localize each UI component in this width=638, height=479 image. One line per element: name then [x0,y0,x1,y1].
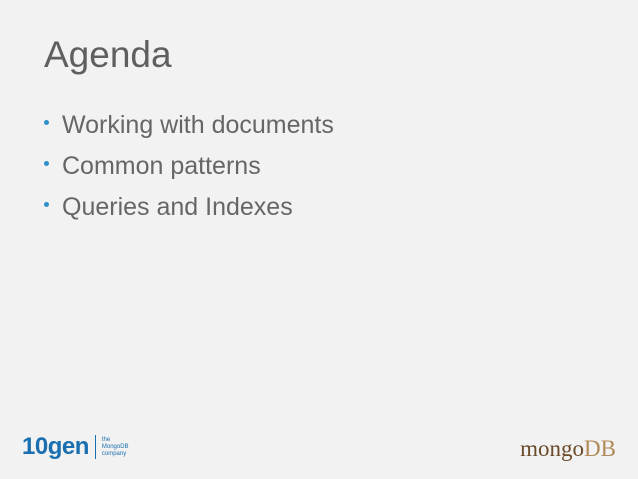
bullet-item: Common patterns [44,146,334,187]
bullet-text: Common patterns [62,152,261,180]
10gen-tagline: the MongoDB company [102,437,129,458]
tagline-line: MongoDB [101,443,129,450]
mongodb-logo-db: DB [584,436,616,461]
bullet-dot-icon [44,120,49,125]
bullet-dot-icon [44,161,49,166]
10gen-wordmark: 10gen [22,433,89,460]
slide-title: Agenda [44,34,172,75]
bullet-item: Working with documents [44,105,334,146]
tagline-line: company [101,450,127,457]
bullet-dot-icon [44,202,49,207]
mongodb-logo-mongo: mongo [520,436,585,461]
slide: Agenda Working with documents Common pat… [0,0,638,479]
bullet-list: Working with documents Common patterns Q… [44,105,334,228]
logo-divider [94,435,96,459]
bullet-text: Working with documents [62,111,334,139]
10gen-logo: 10gen the MongoDB company [22,433,129,461]
bullet-item: Queries and Indexes [44,187,334,228]
mongodb-logo: mongoDB [520,436,616,462]
bullet-text: Queries and Indexes [62,193,293,221]
tagline-line: the [101,436,111,443]
